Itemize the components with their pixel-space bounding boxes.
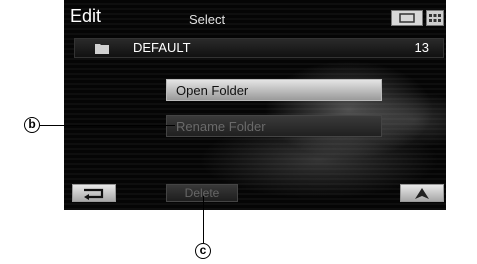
grid-view-icon xyxy=(429,14,441,22)
single-view-button[interactable] xyxy=(391,10,423,26)
up-arrow-icon xyxy=(415,188,429,199)
delete-button[interactable]: Delete xyxy=(166,184,238,202)
callout-b: b xyxy=(24,117,40,133)
rename-folder-button[interactable]: Rename Folder xyxy=(166,115,382,137)
folder-icon xyxy=(95,44,109,54)
screen: Edit Select DEFAULT 13 Open Folder Renam… xyxy=(64,0,446,210)
return-icon xyxy=(84,188,104,200)
back-button[interactable] xyxy=(72,184,116,202)
callout-c: c xyxy=(195,243,211,259)
mode-label: Select xyxy=(189,12,226,27)
page-title: Edit xyxy=(70,6,102,26)
callout-c-line xyxy=(203,196,204,243)
single-view-icon xyxy=(399,13,415,23)
screen-background xyxy=(64,0,446,210)
open-folder-button[interactable]: Open Folder xyxy=(166,79,382,101)
up-button[interactable] xyxy=(400,184,444,202)
folder-bar[interactable]: DEFAULT 13 xyxy=(74,38,444,58)
callout-b-line xyxy=(40,125,175,126)
folder-count: 13 xyxy=(414,40,429,55)
grid-view-button[interactable] xyxy=(426,10,444,26)
folder-name: DEFAULT xyxy=(133,40,191,55)
